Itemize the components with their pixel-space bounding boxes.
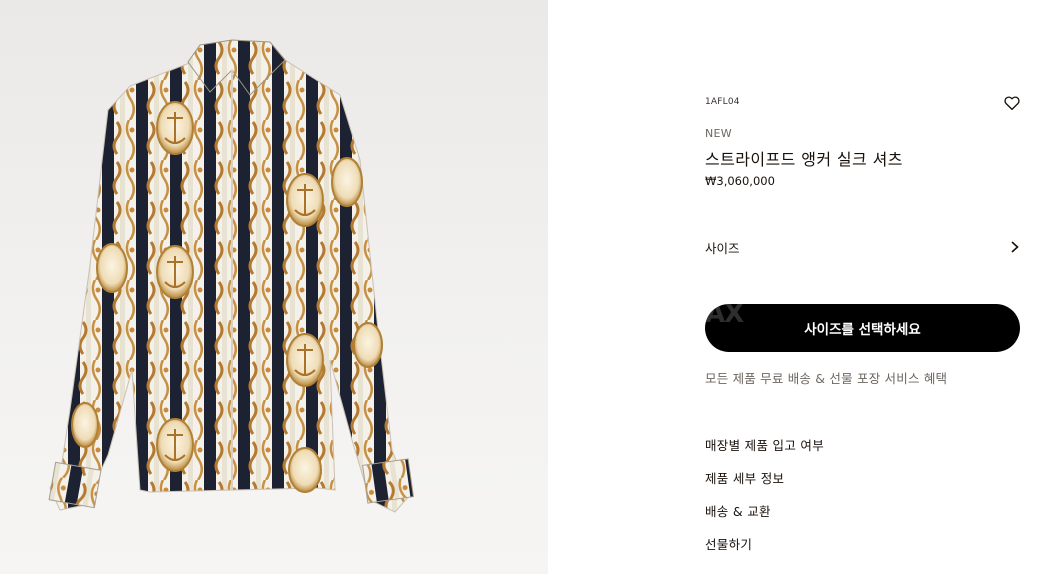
link-product-details[interactable]: 제품 세부 정보 <box>705 469 824 502</box>
product-links: 매장별 제품 입고 여부 제품 세부 정보 배송 & 교환 선물하기 <box>705 436 824 568</box>
select-size-label: 사이즈를 선택하세요 <box>804 322 921 338</box>
new-badge: NEW <box>705 127 732 140</box>
product-info-panel: 1AFL04 NEW 스트라이프드 앵커 실크 셔츠 ₩3,060,000 사이… <box>548 0 1061 574</box>
product-price: ₩3,060,000 <box>705 174 775 188</box>
chevron-right-icon <box>1011 241 1019 253</box>
size-label: 사이즈 <box>705 240 740 256</box>
silk-shirt-image[interactable] <box>0 0 548 574</box>
select-size-button[interactable]: AX 사이즈를 선택하세요 <box>705 304 1020 352</box>
product-page: 1AFL04 NEW 스트라이프드 앵커 실크 셔츠 ₩3,060,000 사이… <box>0 0 1061 574</box>
size-selector[interactable]: 사이즈 <box>705 232 1021 262</box>
heart-icon[interactable] <box>1003 94 1021 112</box>
link-shipping-returns[interactable]: 배송 & 교환 <box>705 502 824 535</box>
shipping-benefit-text: 모든 제품 무료 배송 & 선물 포장 서비스 혜택 <box>705 371 948 386</box>
product-sku: 1AFL04 <box>705 97 740 107</box>
product-image-panel <box>0 0 548 574</box>
link-gifting[interactable]: 선물하기 <box>705 535 824 568</box>
product-title: 스트라이프드 앵커 실크 셔츠 <box>705 150 903 169</box>
link-store-availability[interactable]: 매장별 제품 입고 여부 <box>705 436 824 469</box>
button-watermark: AX <box>705 304 744 329</box>
